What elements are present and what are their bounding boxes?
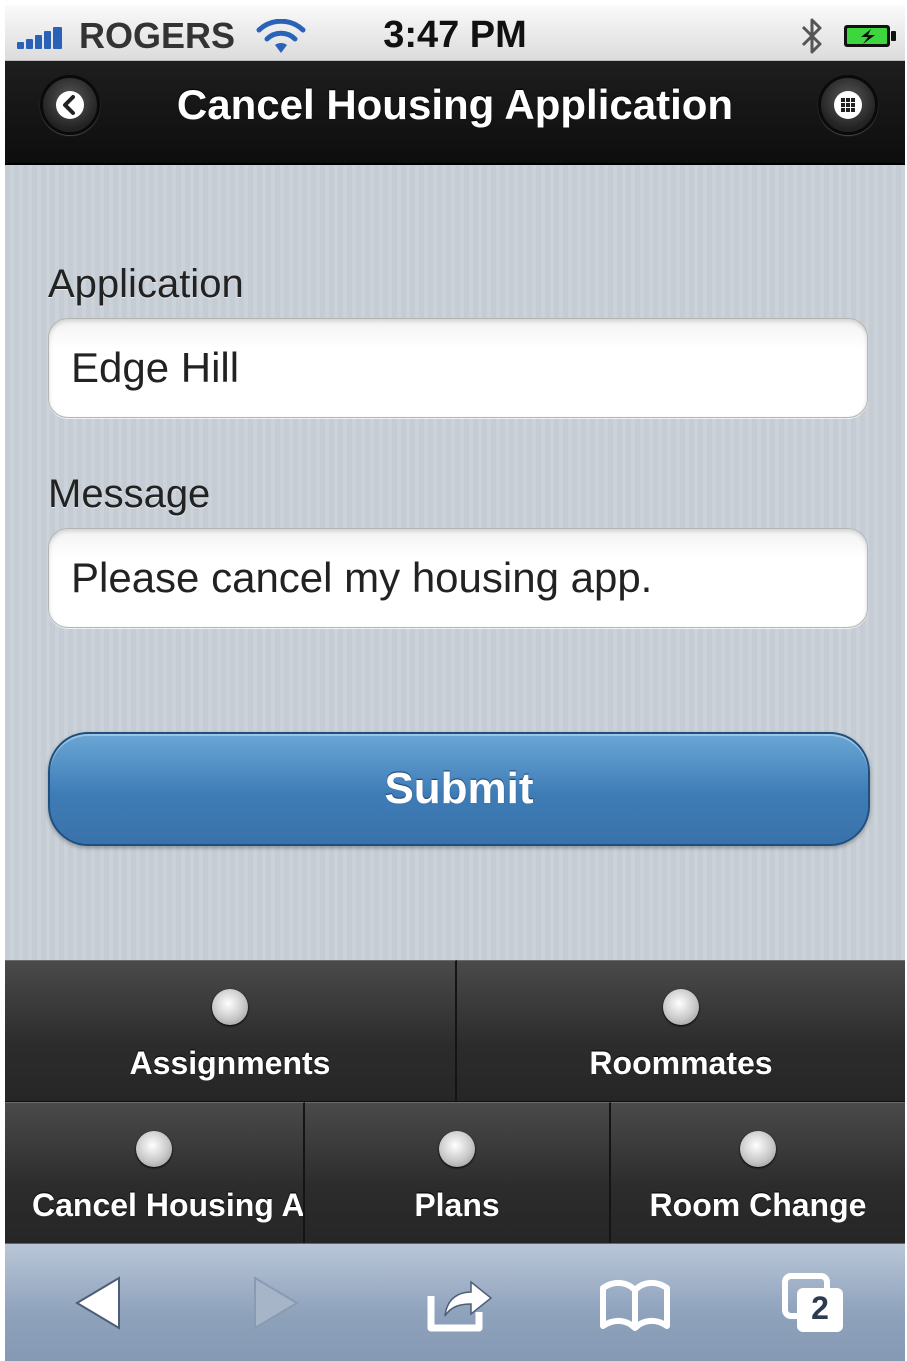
dot-icon <box>439 1131 475 1167</box>
app-header: Cancel Housing Application <box>5 61 905 165</box>
tabs-button[interactable]: 2 <box>775 1268 855 1338</box>
dot-icon <box>212 989 248 1025</box>
battery-charging-icon <box>844 25 896 47</box>
message-field[interactable]: Please cancel my housing app. <box>48 528 868 628</box>
share-icon[interactable] <box>417 1268 497 1338</box>
tab-label: Roommates <box>589 1045 773 1081</box>
tab-plans[interactable]: Plans <box>305 1102 611 1243</box>
tab-label: Assignments <box>129 1045 331 1081</box>
forward-arrow-icon[interactable] <box>235 1268 315 1338</box>
browser-toolbar: 2 <box>5 1243 905 1361</box>
phone-screen: ROGERS 3:47 PM Cancel Housing Applicatio… <box>5 5 905 1361</box>
dot-icon <box>740 1131 776 1167</box>
submit-button[interactable]: Submit <box>48 732 870 846</box>
message-label: Message <box>48 472 211 516</box>
bluetooth-icon <box>801 18 822 54</box>
tab-bar: Assignments Roommates Cancel Housing App… <box>5 960 905 1243</box>
tab-label: Plans <box>414 1187 500 1223</box>
menu-button[interactable] <box>818 75 878 135</box>
dot-icon <box>136 1131 172 1167</box>
form-content: Application Edge Hill Message Please can… <box>5 165 905 960</box>
status-bar: ROGERS 3:47 PM <box>5 5 905 61</box>
application-field[interactable]: Edge Hill <box>48 318 868 418</box>
clock-time: 3:47 PM <box>383 14 527 56</box>
grid-icon <box>834 91 862 119</box>
back-arrow-icon[interactable] <box>57 1268 137 1338</box>
tabs-count: 2 <box>811 1290 829 1326</box>
dot-icon <box>663 989 699 1025</box>
tab-roommates[interactable]: Roommates <box>457 960 905 1101</box>
tab-cancel-housing[interactable]: Cancel Housing Application <box>5 1102 305 1243</box>
tab-room-change[interactable]: Room Change <box>611 1102 905 1243</box>
page-title: Cancel Housing Application <box>176 81 734 128</box>
tab-assignments[interactable]: Assignments <box>5 960 457 1101</box>
tab-label: Cancel Housing Application <box>32 1187 303 1223</box>
bookmarks-icon[interactable] <box>595 1268 675 1338</box>
tab-label: Room Change <box>649 1187 867 1223</box>
application-label: Application <box>48 262 244 306</box>
